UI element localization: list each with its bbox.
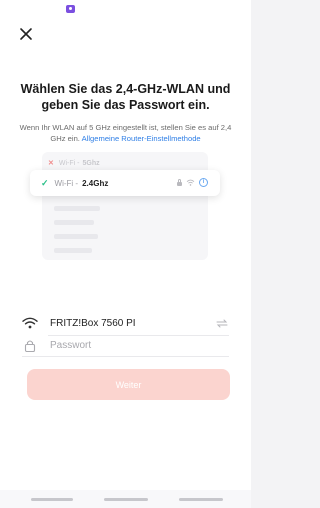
placeholder-line [54, 220, 94, 225]
field-divider [22, 356, 229, 357]
wifi-setup-screen: Wählen Sie das 2,4-GHz-WLAN und geben Si… [0, 0, 251, 508]
close-icon [20, 28, 32, 40]
page-title: Wählen Sie das 2,4-GHz-WLAN und geben Si… [20, 82, 231, 112]
password-field[interactable]: Passwort [22, 333, 229, 357]
app-badge-icon [66, 5, 75, 13]
check-icon: ✓ [41, 177, 49, 188]
wifi-signal-icon [186, 179, 195, 186]
wifi-5ghz-band: 5Ghz [82, 159, 100, 167]
wifi-row-icons: i [177, 178, 208, 187]
lock-icon [177, 179, 182, 186]
info-icon: i [199, 178, 208, 187]
wifi-band-illustration: ✕ Wi-Fi - 5Ghz ✓ Wi-Fi - 2.4Ghz i [30, 150, 220, 262]
router-settings-link[interactable]: Allgemeine Router-Einstellmethode [82, 134, 201, 143]
wifi-5ghz-prefix: Wi-Fi - [58, 159, 80, 167]
password-placeholder: Passwort [50, 339, 92, 351]
switch-network-icon[interactable] [215, 318, 229, 328]
wifi-icon [22, 316, 38, 330]
placeholder-line [54, 248, 92, 253]
close-button[interactable] [18, 26, 34, 42]
placeholder-line [54, 234, 98, 239]
lock-icon [22, 338, 38, 352]
nav-bar-segment [31, 498, 73, 501]
wifi-5ghz-row: ✕ Wi-Fi - 5Ghz [48, 156, 198, 170]
wifi-24ghz-band: 2.4Ghz [82, 178, 109, 188]
wifi-name-value: FRITZ!Box 7560 PI [50, 317, 136, 329]
wifi-24ghz-prefix: Wi-Fi - [54, 178, 79, 188]
nav-bar-segment [104, 498, 148, 501]
nav-bar-segment [179, 498, 223, 501]
next-button[interactable]: Weiter [27, 369, 230, 400]
cross-icon: ✕ [48, 160, 54, 167]
description-text: Wenn Ihr WLAN auf 5 GHz eingestellt ist,… [18, 123, 233, 144]
wifi-24ghz-row: ✓ Wi-Fi - 2.4Ghz i [30, 170, 220, 196]
wifi-name-field[interactable]: FRITZ!Box 7560 PI [22, 311, 229, 335]
placeholder-line [54, 206, 100, 211]
